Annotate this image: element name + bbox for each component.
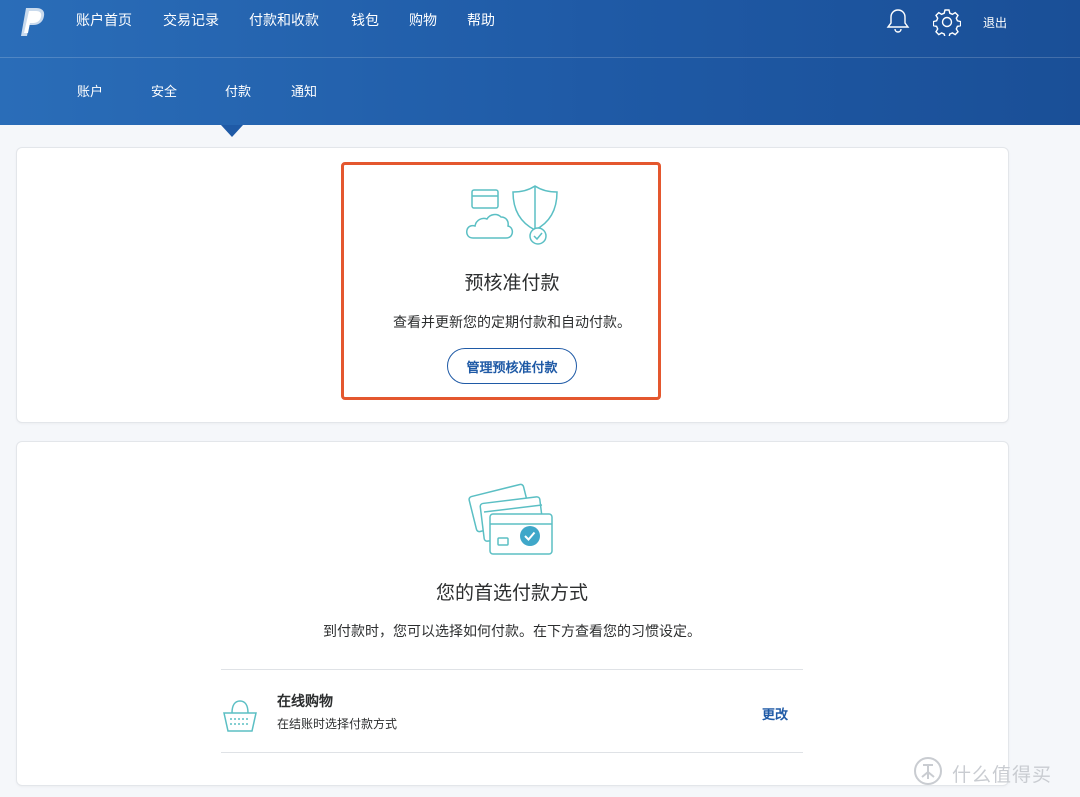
nav-send-receive[interactable]: 付款和收款 (249, 12, 319, 30)
nav-account-home[interactable]: 账户首页 (76, 12, 132, 30)
cards-check-icon (468, 483, 553, 555)
paypal-logo[interactable] (20, 6, 48, 38)
active-subnav-indicator (221, 125, 243, 137)
preferred-description: 到付款时，您可以选择如何付款。在下方查看您的习惯设定。 (323, 624, 701, 640)
row-divider-bottom (221, 752, 803, 753)
nav-help[interactable]: 帮助 (467, 12, 495, 30)
preapproved-description: 查看并更新您的定期付款和自动付款。 (393, 315, 631, 331)
nav-shopping[interactable]: 购物 (409, 12, 437, 30)
basket-icon (223, 700, 257, 732)
logout-link[interactable]: 退出 (983, 14, 1007, 31)
nav-wallet[interactable]: 钱包 (351, 12, 379, 30)
change-link[interactable]: 更改 (762, 704, 788, 723)
preapproved-title: 预核准付款 (464, 272, 560, 294)
top-header: 账户首页 交易记录 付款和收款 钱包 购物 帮助 退出 账户 安全 付款 通知 (0, 0, 1080, 125)
online-shopping-subtitle: 在结账时选择付款方式 (277, 717, 398, 731)
subnav-security[interactable]: 安全 (151, 85, 177, 101)
subnav-notifications[interactable]: 通知 (291, 85, 317, 101)
bell-icon[interactable] (886, 8, 910, 34)
gear-icon[interactable] (933, 8, 961, 36)
manage-preapproved-button[interactable]: 管理预核准付款 (447, 348, 577, 384)
row-divider-top (221, 669, 803, 670)
preferred-title: 您的首选付款方式 (435, 582, 588, 604)
header-divider (0, 57, 1080, 58)
watermark-text: 什么值得买 (952, 764, 1053, 786)
nav-transactions[interactable]: 交易记录 (163, 12, 219, 30)
subnav-payments[interactable]: 付款 (225, 85, 251, 101)
subnav-account[interactable]: 账户 (77, 85, 103, 101)
online-shopping-title: 在线购物 (277, 694, 333, 710)
